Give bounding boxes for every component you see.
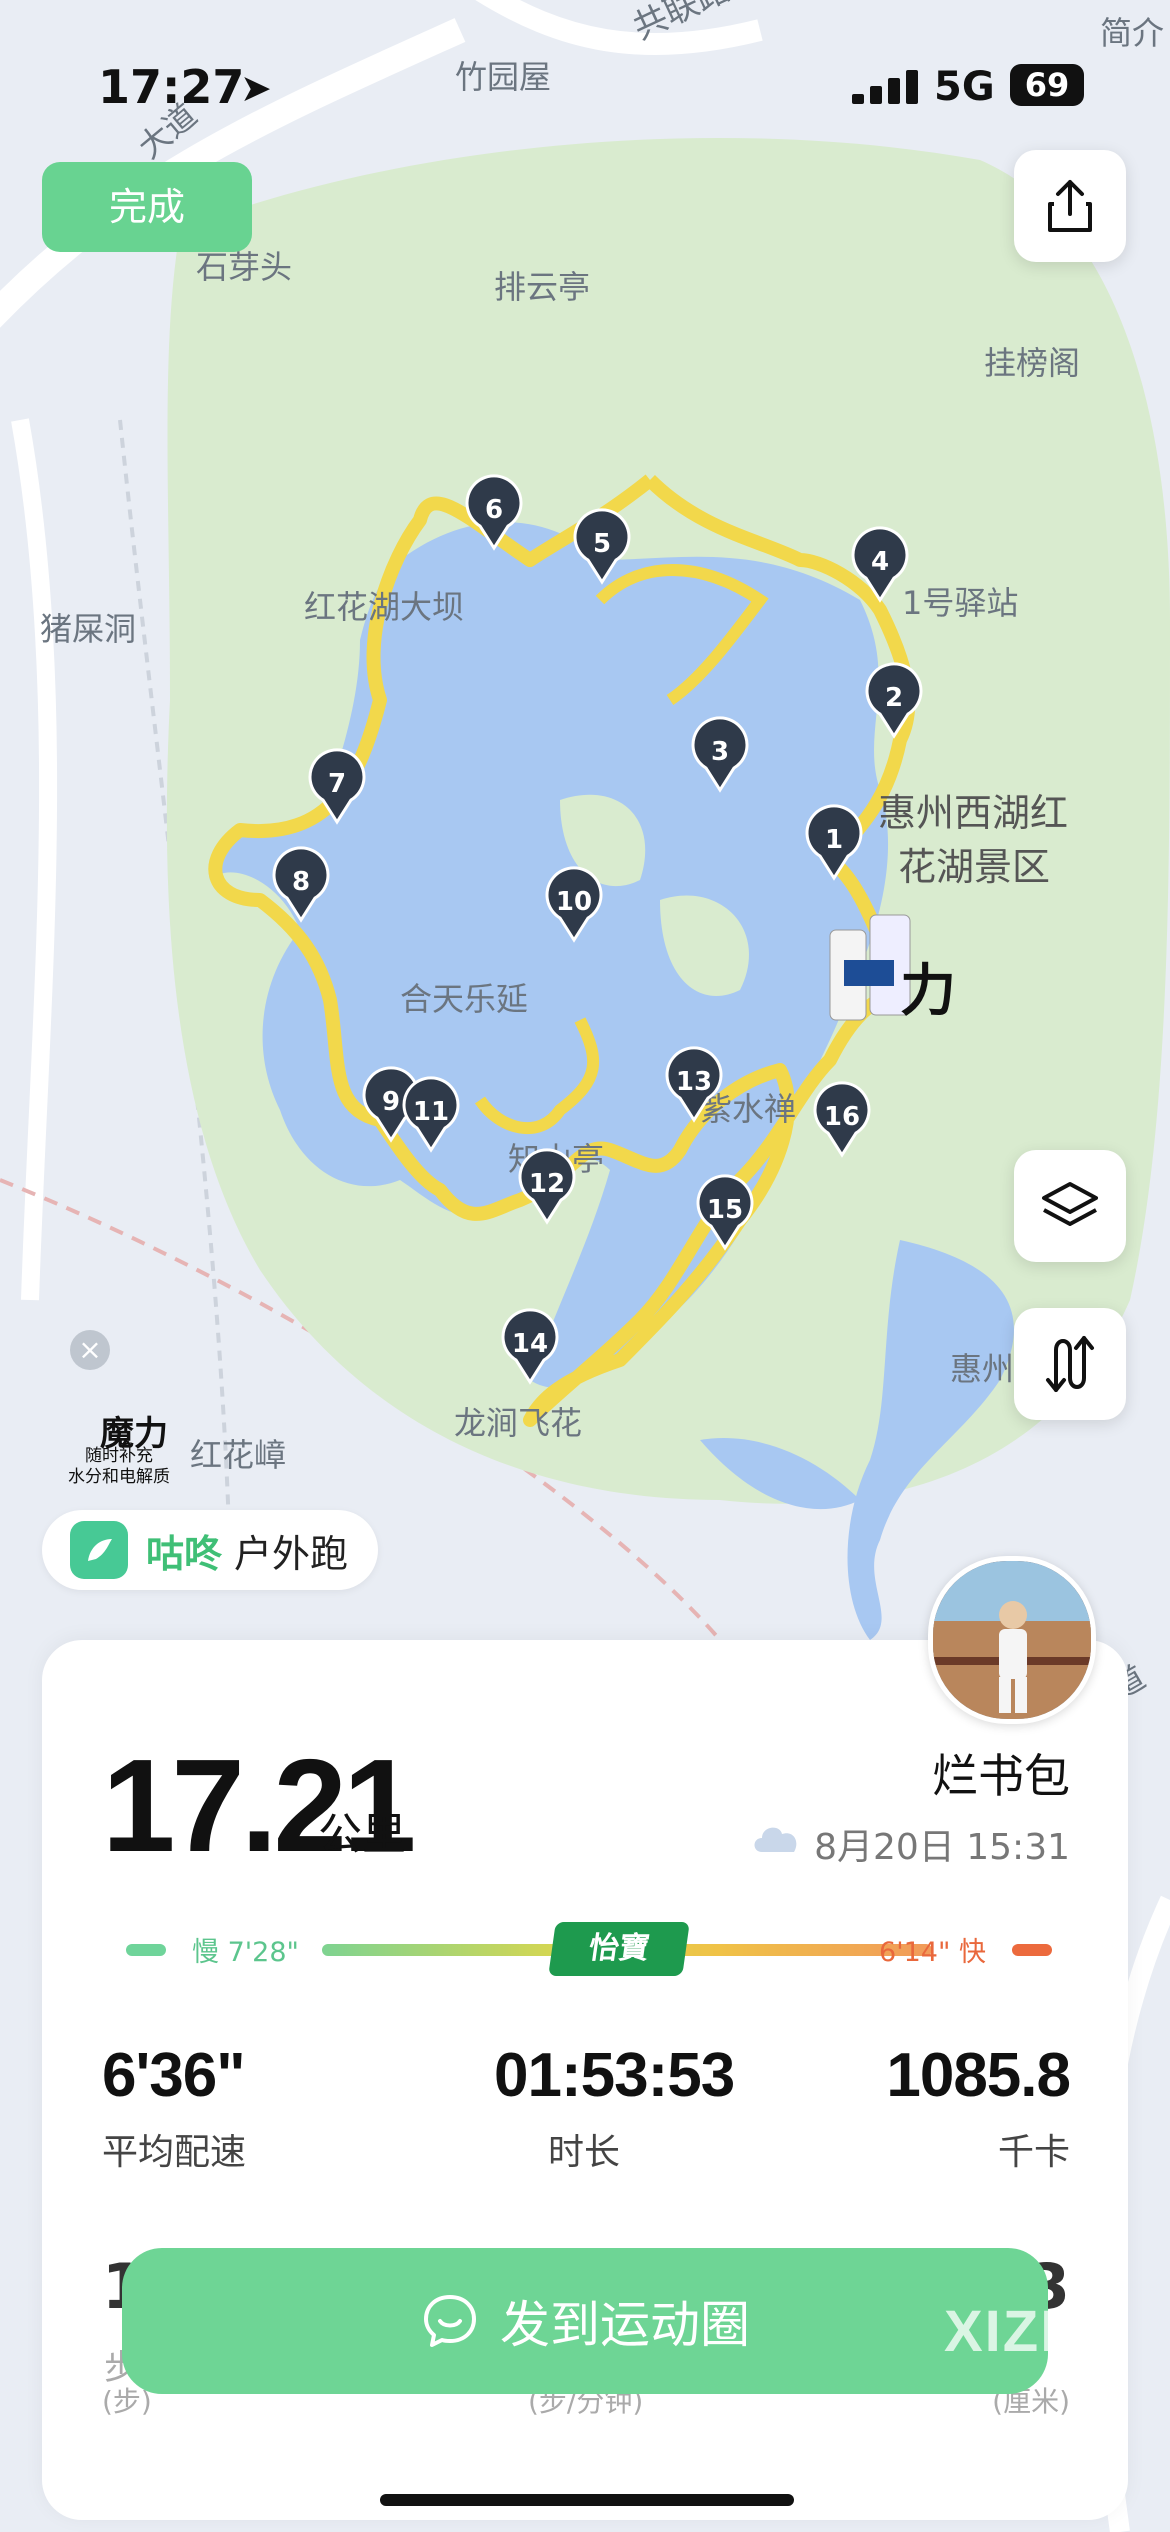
distance-unit: 公里 — [318, 1809, 406, 1860]
stat-value: 01:53:53 — [494, 2041, 735, 2110]
km-marker-label: 1 — [825, 825, 843, 855]
route-toggle-button[interactable] — [1014, 1308, 1126, 1420]
map-label: 龙涧飞花 — [454, 1404, 582, 1442]
stat-value: 1085.8 — [886, 2041, 1071, 2110]
stat-label: 千卡 — [997, 2132, 1070, 2173]
map-label: 简介 — [1100, 14, 1164, 52]
km-marker-label: 7 — [328, 769, 346, 799]
km-marker-label: 8 — [292, 867, 310, 897]
map-label: 排云亭 — [494, 268, 590, 306]
workout-type: 户外跑 — [234, 1531, 349, 1576]
ad-banner[interactable]: × 魔力 随时补充 水分和电解质 — [40, 1320, 190, 1500]
km-marker-label: 10 — [556, 887, 592, 917]
map-label: 1号驿站 — [902, 584, 1018, 622]
avatar-photo — [933, 1561, 1091, 1719]
km-marker-label: 16 — [824, 1102, 860, 1132]
km-marker-label: 3 — [711, 737, 729, 767]
codoon-logo-icon — [70, 1521, 128, 1579]
post-to-feed-button[interactable]: 发到运动圈 — [122, 2248, 1048, 2394]
ad-subtitle: 随时补充 水分和电解质 — [44, 1446, 194, 1488]
cloud-icon — [754, 1827, 797, 1852]
share-button[interactable] — [1014, 150, 1126, 262]
km-marker-label: 14 — [512, 1329, 548, 1359]
done-button[interactable]: 完成 — [42, 162, 252, 252]
map-label: 红花湖大坝 — [304, 588, 464, 626]
stat-value: 6'36" — [102, 2041, 246, 2110]
km-marker-label: 12 — [529, 1169, 565, 1199]
map-label: 合天乐延 — [400, 980, 528, 1018]
svg-text:力: 力 — [900, 959, 956, 1024]
stat-calories: 1085.8 千卡 — [886, 2040, 1071, 2175]
map-layers-button[interactable] — [1014, 1150, 1126, 1262]
map-label: 惠州西湖红 — [878, 791, 1068, 835]
status-bar: 17:27 ➤ 5G 69 — [0, 60, 1170, 140]
clock: 17:27 — [98, 60, 245, 114]
app-brand: 咕咚 — [146, 1531, 223, 1576]
km-marker-label: 11 — [413, 1097, 449, 1127]
cellular-signal-icon — [852, 70, 918, 104]
km-marker-label: 9 — [382, 1087, 400, 1117]
km-marker-label: 2 — [885, 683, 903, 713]
fast-pace-dot — [1012, 1944, 1052, 1956]
share-icon — [1048, 180, 1092, 232]
home-indicator[interactable] — [380, 2494, 794, 2506]
app-badge: 咕咚 户外跑 — [42, 1510, 379, 1590]
location-arrow-icon: ➤ — [240, 66, 272, 110]
avatar[interactable] — [928, 1556, 1096, 1724]
post-to-feed-label: 发到运动圈 — [500, 2296, 750, 2354]
route-icon — [1046, 1336, 1094, 1392]
map-label: 石芽头 — [196, 248, 292, 286]
km-marker-label: 13 — [676, 1067, 712, 1097]
slow-pace-label: 慢 7'28" — [192, 1937, 299, 1968]
battery-icon: 69 — [1010, 64, 1084, 106]
fast-pace-label: 6'14" 快 — [879, 1937, 986, 1968]
ad-close-icon[interactable]: × — [70, 1330, 110, 1370]
stat-label: 时长 — [547, 2132, 620, 2173]
layers-icon — [1042, 1182, 1098, 1226]
km-marker-label: 4 — [871, 547, 889, 577]
watermark: XIZI — [944, 2299, 1059, 2364]
stat-label: 平均配速 — [102, 2132, 247, 2173]
pace-legend: 慢 7'28" 怡寶 6'14" 快 — [82, 1922, 1092, 1982]
sponsor-logo: 怡寶 — [548, 1922, 690, 1976]
map-label: 挂榜阁 — [984, 344, 1080, 382]
map-label: 猪屎洞 — [40, 610, 136, 648]
chat-bubble-icon — [424, 2295, 476, 2347]
stat-avg-pace: 6'36" 平均配速 — [102, 2040, 246, 2175]
map-label: 花湖景区 — [898, 845, 1050, 889]
km-marker-label: 5 — [593, 529, 611, 559]
network-type: 5G — [934, 64, 995, 110]
stat-duration: 01:53:53 时长 — [494, 2040, 735, 2175]
map-label: 紫水禅 — [700, 1090, 796, 1128]
workout-datetime: 8月20日 15:31 — [814, 1827, 1070, 1868]
username[interactable]: 烂书包 — [932, 1740, 1070, 1806]
ad-line: 随时补充 — [85, 1446, 153, 1466]
km-marker-label: 6 — [485, 495, 503, 525]
map-label: 红花嶂 — [190, 1436, 286, 1474]
slow-pace-dot — [126, 1944, 166, 1956]
km-marker-label: 15 — [707, 1195, 743, 1225]
ad-line: 水分和电解质 — [68, 1467, 170, 1487]
